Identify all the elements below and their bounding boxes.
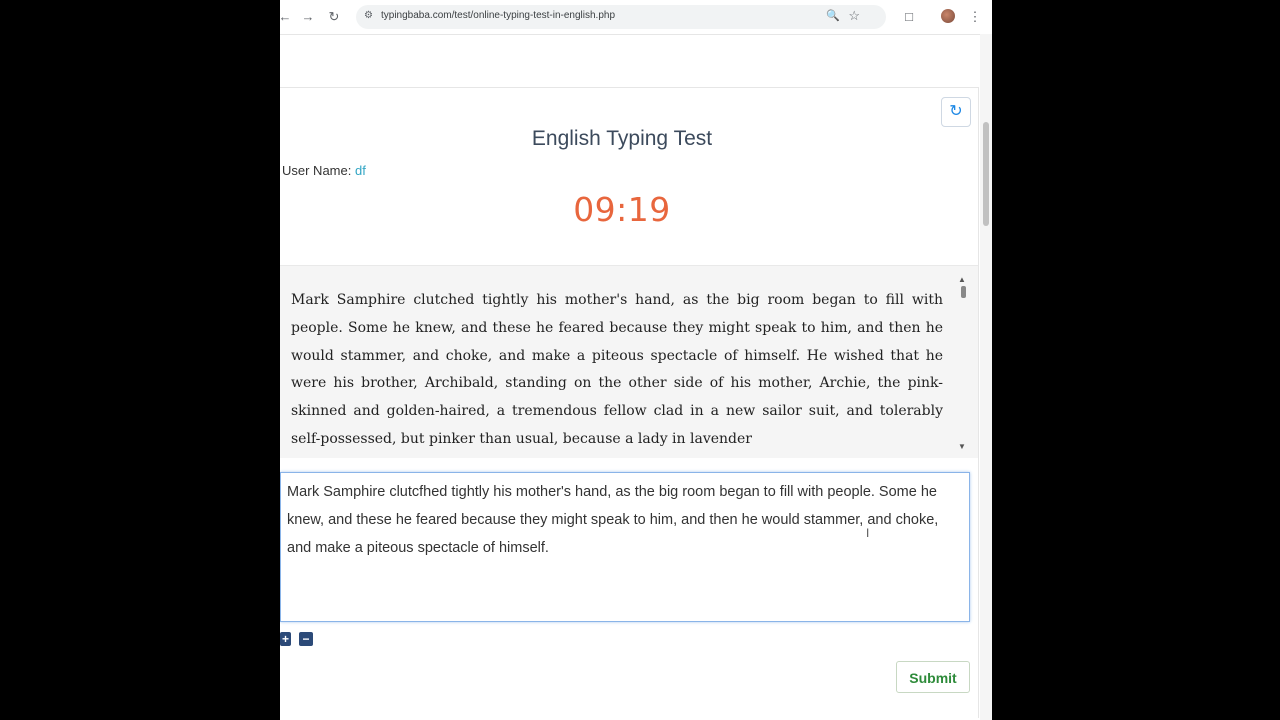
user-name-line: User Name: df (282, 163, 366, 178)
typing-input[interactable]: Mark Samphire clutcfhed tightly his moth… (280, 472, 970, 622)
browser-window: ← → ↻ ⚙ typingbaba.com/test/online-typin… (280, 0, 992, 720)
user-name-label: User Name: (282, 163, 352, 178)
menu-kebab-icon[interactable]: ⋮ (966, 8, 984, 26)
arrow-right-icon[interactable]: → (299, 8, 317, 26)
profile-avatar[interactable] (941, 9, 955, 23)
refresh-test-button[interactable]: ↻ (941, 97, 971, 127)
reload-icon[interactable]: ↻ (325, 8, 343, 26)
page-title: English Typing Test (531, 127, 713, 150)
source-text: Mark Samphire clutched tightly his mothe… (291, 292, 943, 447)
zoom-icon[interactable]: 🔍 (826, 9, 840, 22)
bookmark-star-icon[interactable]: ☆ (848, 8, 860, 24)
zoom-out-button[interactable]: − (299, 632, 313, 646)
browser-toolbar: ← → ↻ ⚙ typingbaba.com/test/online-typin… (280, 0, 992, 35)
url-text[interactable]: typingbaba.com/test/online-typing-test-i… (381, 10, 615, 21)
submit-button[interactable]: Submit (896, 661, 970, 693)
user-name-value: df (354, 163, 366, 178)
zoom-in-button[interactable]: + (280, 632, 291, 646)
extensions-icon[interactable]: □ (900, 8, 918, 26)
scroll-up-arrow-icon[interactable]: ▲ (958, 275, 966, 284)
address-bar[interactable]: ⚙ typingbaba.com/test/online-typing-test… (356, 5, 886, 29)
countdown-timer: 09:19 (573, 190, 671, 229)
page-scrollbar-thumb[interactable] (983, 122, 989, 226)
scroll-down-arrow-icon[interactable]: ▼ (958, 442, 966, 451)
typed-text[interactable]: Mark Samphire clutcfhed tightly his moth… (287, 479, 963, 562)
refresh-icon: ↻ (949, 103, 963, 120)
source-scrollbar-thumb[interactable] (961, 286, 966, 298)
arrow-left-icon[interactable]: ← (280, 8, 294, 26)
source-text-panel[interactable]: Mark Samphire clutched tightly his mothe… (280, 265, 978, 458)
site-settings-icon[interactable]: ⚙ (364, 10, 373, 21)
text-cursor-icon: I (866, 526, 870, 540)
page-scrollbar[interactable] (980, 34, 992, 720)
